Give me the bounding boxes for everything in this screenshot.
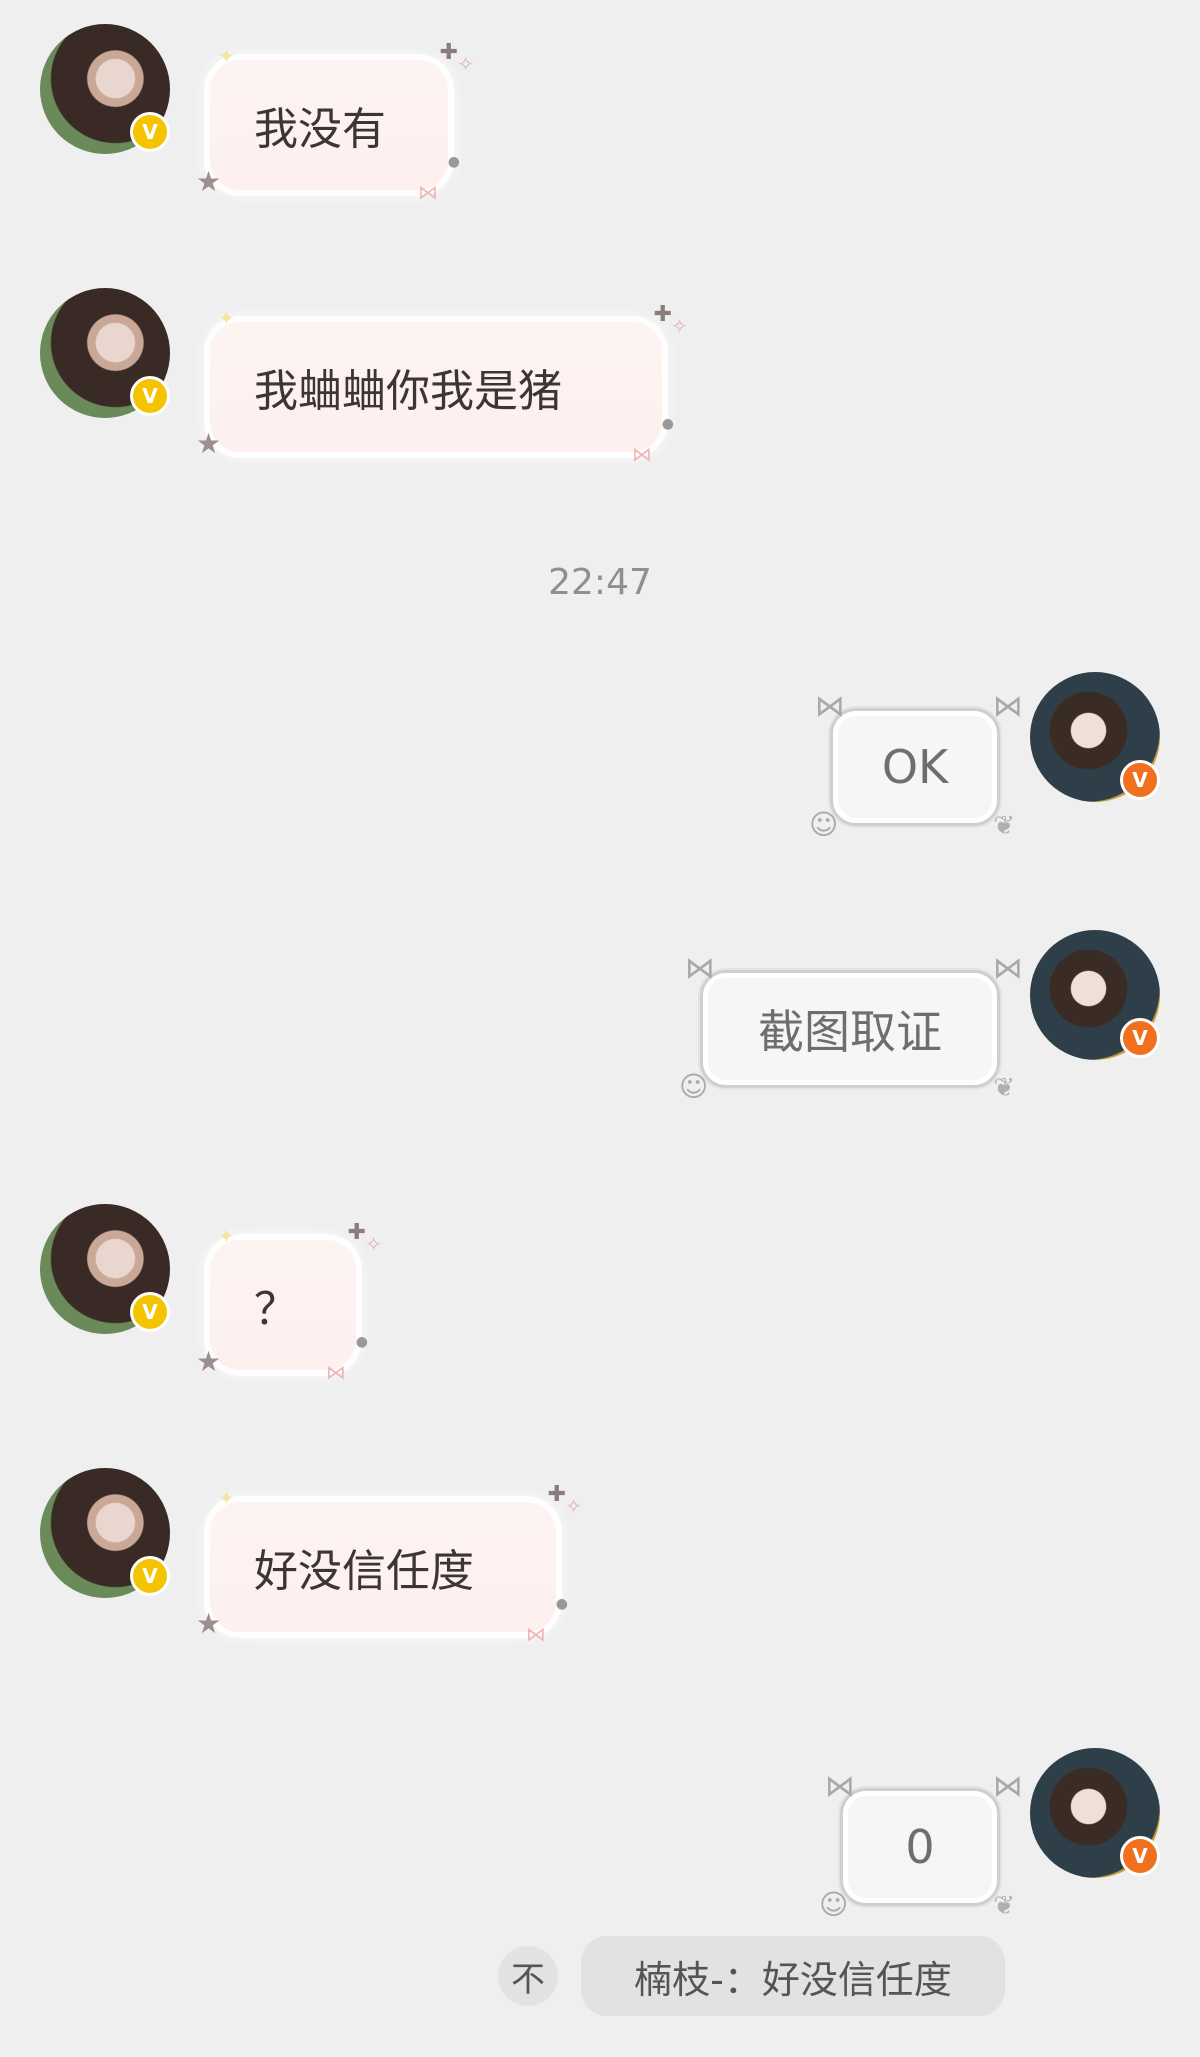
my-avatar[interactable]: V xyxy=(1030,930,1160,1060)
verified-badge-icon: V xyxy=(130,1292,170,1332)
message-text: OK xyxy=(881,740,949,794)
quote-reply-icon[interactable]: 不 xyxy=(498,1946,558,2006)
contact-avatar[interactable]: V xyxy=(40,288,170,418)
frog-sticker-icon: ☺ xyxy=(809,808,839,841)
message-bubble-outgoing[interactable]: 截图取证 ⋈ ⋈ ☺ ❦ xyxy=(679,951,1023,1103)
contact-avatar[interactable]: V xyxy=(40,1468,170,1598)
bow-sticker-icon: ⋈ xyxy=(326,1360,346,1384)
message-bubble-outgoing[interactable]: 0 ⋈ ⋈ ☺ ❦ xyxy=(819,1769,1023,1921)
wing-sticker-icon: ❦ xyxy=(993,811,1015,841)
message-text: ？ xyxy=(254,1284,298,1335)
bow-sticker-icon: ⋈ xyxy=(685,951,715,986)
bow-sticker-icon: ⋈ xyxy=(815,689,845,724)
quoted-message[interactable]: 楠枝-：好没信任度 xyxy=(581,1936,1005,2016)
cross-sticker-icon: ✚ xyxy=(547,1482,566,1507)
message-bubble-incoming[interactable]: 好没信任度 ✦ ★ ✚ ✧ ● ⋈ xyxy=(196,1482,582,1646)
bow-sticker-icon: ⋈ xyxy=(993,951,1023,986)
timestamp: 22:47 xyxy=(548,562,652,603)
dot-sticker-icon: ● xyxy=(447,154,460,170)
dot-sticker-icon: ● xyxy=(355,1334,368,1350)
frog-sticker-icon: ☺ xyxy=(679,1070,709,1103)
verified-badge-icon: V xyxy=(1120,1018,1160,1058)
message-bubble-incoming[interactable]: ？ ✦ ★ ✚ ✧ ● ⋈ xyxy=(196,1220,382,1384)
bow-sticker-icon: ⋈ xyxy=(825,1769,855,1804)
verified-badge-icon: V xyxy=(1120,760,1160,800)
verified-badge-icon: V xyxy=(130,112,170,152)
message-bubble-incoming[interactable]: 我蛐蛐你我是猪 ✦ ★ ✚ ✧ ● ⋈ xyxy=(196,302,688,466)
verified-badge-icon: V xyxy=(130,376,170,416)
bow-sticker-icon: ⋈ xyxy=(993,1769,1023,1804)
contact-avatar[interactable]: V xyxy=(40,1204,170,1334)
message-text: 我蛐蛐你我是猪 xyxy=(254,366,562,417)
message-text: 好没信任度 xyxy=(254,1546,474,1597)
contact-avatar[interactable]: V xyxy=(40,24,170,154)
my-avatar[interactable]: V xyxy=(1030,672,1160,802)
star-sticker-icon: ✦ xyxy=(218,306,235,330)
message-text: 截图取证 xyxy=(758,1005,942,1059)
verified-badge-icon: V xyxy=(130,1556,170,1596)
cross-sticker-icon: ✚ xyxy=(653,302,672,327)
message-bubble-outgoing[interactable]: OK ⋈ ⋈ ☺ ❦ xyxy=(809,689,1023,841)
bow-sticker-icon: ⋈ xyxy=(418,180,438,204)
star-sticker-icon: ✦ xyxy=(218,1224,235,1248)
bow-sticker-icon: ⋈ xyxy=(632,442,652,466)
wing-sticker-icon: ❦ xyxy=(993,1073,1015,1103)
star-sticker-icon: ★ xyxy=(196,1345,222,1378)
star-sticker-icon: ✦ xyxy=(218,1486,235,1510)
bow-sticker-icon: ⋈ xyxy=(993,689,1023,724)
star-sticker-icon: ★ xyxy=(196,427,222,460)
message-bubble-incoming[interactable]: 我没有 ✦ ★ ✚ ✧ ● ⋈ xyxy=(196,40,474,204)
frog-sticker-icon: ☺ xyxy=(819,1888,849,1921)
dot-sticker-icon: ● xyxy=(661,416,674,432)
cross-sticker-icon: ✚ xyxy=(439,40,458,65)
sparkle-sticker-icon: ✧ xyxy=(671,314,688,338)
bow-sticker-icon: ⋈ xyxy=(526,1622,546,1646)
sparkle-sticker-icon: ✧ xyxy=(457,52,474,76)
dot-sticker-icon: ● xyxy=(555,1596,568,1612)
star-sticker-icon: ★ xyxy=(196,1607,222,1640)
my-avatar[interactable]: V xyxy=(1030,1748,1160,1878)
message-text: 我没有 xyxy=(254,104,386,155)
cross-sticker-icon: ✚ xyxy=(347,1220,366,1245)
wing-sticker-icon: ❦ xyxy=(993,1891,1015,1921)
quoted-message-text: 楠枝-：好没信任度 xyxy=(634,1957,952,2002)
sparkle-sticker-icon: ✧ xyxy=(565,1494,582,1518)
star-sticker-icon: ★ xyxy=(196,165,222,198)
star-sticker-icon: ✦ xyxy=(218,44,235,68)
sparkle-sticker-icon: ✧ xyxy=(365,1232,382,1256)
verified-badge-icon: V xyxy=(1120,1836,1160,1876)
message-text: 0 xyxy=(905,1820,935,1874)
